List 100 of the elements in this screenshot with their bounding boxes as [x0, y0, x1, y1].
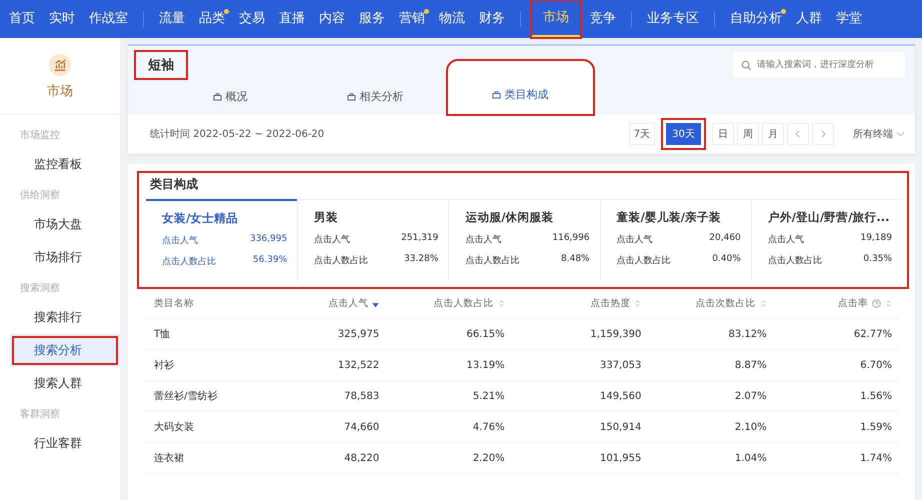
table-cell-text: 2.20%: [472, 452, 506, 464]
nav-tab[interactable]: 品类: [194, 0, 230, 38]
column-header[interactable]: 点击率: [772, 296, 898, 310]
caret-icon: [896, 131, 905, 137]
sidebar-item[interactable]: 搜索排行: [0, 301, 120, 334]
table-cell-text: 2.10%: [734, 422, 768, 432]
nav-tab[interactable]: 流量: [154, 0, 190, 38]
metric-label: 点击人气: [314, 234, 350, 246]
nav-tab[interactable]: 竞争: [585, 0, 621, 38]
metric-value: 336,995: [250, 234, 288, 246]
column-header[interactable]: 点击人气: [271, 296, 386, 310]
tab[interactable]: 类目构成: [448, 61, 593, 114]
terminal-dropdown[interactable]: 所有终端: [852, 127, 905, 141]
category-tile[interactable]: 户外/登山/野营/旅行... 点击人气 19,189 点击人数占比 0.35%: [750, 200, 902, 282]
sidebar-item[interactable]: 监控看板: [0, 148, 120, 181]
range-button[interactable]: 日: [712, 123, 734, 145]
table-cell-text: 1.74%: [859, 452, 893, 464]
sidebar-group-label: 供给洞察: [19, 188, 61, 203]
tab[interactable]: 概况: [158, 89, 303, 114]
table-cell-text: 2.07%: [734, 390, 768, 402]
table-cell-text: 132,522: [336, 360, 380, 370]
table-cell-text: 74,660: [343, 422, 380, 432]
metric-value: 0.40%: [712, 254, 741, 266]
table-cell-text: 101,955: [598, 452, 642, 464]
tab[interactable]: 相关分析: [303, 89, 448, 114]
table-cell-text: 6.70%: [859, 360, 893, 370]
sidebar-group-label: 市场监控: [19, 128, 61, 143]
table-cell-text: 66.15%: [465, 328, 506, 340]
column-header[interactable]: 点击次数占比: [647, 296, 773, 310]
table-cell-text: 1.59%: [859, 422, 893, 432]
table-cell-text: 5.21%: [472, 390, 506, 402]
table-cell-text: 62.77%: [852, 328, 893, 340]
metric-value: 0.35%: [863, 254, 892, 266]
nav-tab[interactable]: 市场: [531, 0, 581, 38]
search-icon: [741, 60, 752, 71]
category-tile[interactable]: 女装/女士精品 点击人气 336,995 点击人数占比 56.39%: [146, 199, 298, 282]
metric-label: 点击人气: [465, 234, 502, 246]
sidebar-item[interactable]: 搜索人群: [0, 367, 120, 400]
table-cell-text: 连衣裙: [153, 452, 185, 465]
column-header[interactable]: 点击热度: [510, 296, 648, 310]
metric-value: 8.48%: [561, 254, 590, 266]
help-icon[interactable]: [872, 298, 881, 308]
previous-button[interactable]: [786, 123, 809, 145]
table-cell-text: 150,914: [598, 422, 642, 432]
nav-tab[interactable]: 人群: [791, 0, 827, 38]
bag-icon: [213, 92, 222, 101]
nav-tab[interactable]: 交易: [234, 0, 270, 38]
page-title: 短袖: [136, 52, 186, 78]
metric-value: 33.28%: [404, 254, 438, 266]
sidebar-title: 市场: [47, 83, 73, 100]
next-button[interactable]: [812, 123, 834, 145]
table-cell-text: T恤: [153, 328, 172, 341]
nav-tab[interactable]: 作战室: [84, 0, 133, 38]
search-field[interactable]: 请输入搜索词，进行深度分析: [733, 52, 905, 78]
metric-label: 点击人数占比: [314, 254, 368, 267]
nav-tab[interactable]: 直播: [274, 0, 310, 38]
nav-tab[interactable]: 自助分析: [725, 0, 787, 38]
table-cell-text: 4.76%: [472, 422, 506, 432]
table-cell-text: 大码女装: [153, 420, 195, 434]
range-button[interactable]: 周: [736, 123, 759, 145]
sidebar-item[interactable]: 搜索分析: [10, 334, 120, 367]
sidebar-group-label: 客群洞察: [19, 408, 61, 422]
nav-tab[interactable]: 业务专区: [642, 0, 704, 38]
nav-tab[interactable]: 营销: [394, 0, 430, 38]
nav-tab[interactable]: 财务: [474, 0, 510, 38]
table-cell-text: 1,159,390: [589, 328, 642, 340]
range-button[interactable]: 7天: [628, 123, 656, 145]
range-button[interactable]: 月: [762, 123, 784, 145]
metric-value: 251,319: [401, 233, 438, 245]
range-button[interactable]: 30天: [661, 118, 706, 150]
nav-tab[interactable]: 学堂: [831, 0, 867, 38]
metric-label: 点击人气: [162, 234, 198, 247]
table-cell-text: 8.87%: [734, 360, 768, 370]
sidebar-item[interactable]: 行业客群: [0, 427, 120, 460]
sidebar-group-label: 搜索洞察: [19, 282, 61, 296]
metric-label: 点击人气: [616, 234, 653, 246]
table-cell-text: 337,053: [598, 360, 642, 370]
table-cell-text: 325,975: [336, 328, 380, 340]
metric-label: 点击人数占比: [768, 254, 822, 267]
nav-tab[interactable]: 实时: [44, 0, 80, 38]
nav-tab[interactable]: 服务: [354, 0, 390, 38]
table-cell-text: 149,560: [598, 390, 642, 402]
nav-tab[interactable]: 首页: [4, 0, 40, 38]
metric-value: 56.39%: [252, 255, 288, 267]
nav-tab[interactable]: 内容: [314, 0, 350, 38]
date-range-text: 统计时间 2022-05-22 ~ 2022-06-20: [150, 128, 324, 141]
sidebar-item[interactable]: 市场大盘: [0, 208, 120, 241]
sidebar-item[interactable]: 市场排行: [0, 241, 120, 274]
nav-tab[interactable]: 物流: [434, 0, 470, 38]
metric-label: 点击人数占比: [616, 254, 671, 267]
chevron-right-icon: [818, 130, 827, 138]
metric-label: 点击人数占比: [465, 254, 520, 267]
category-tile[interactable]: 运动服/休闲服装 点击人气 116,996 点击人数占比 8.48%: [448, 200, 600, 282]
category-tile[interactable]: 童装/婴儿装/亲子装 点击人气 20,460 点击人数占比 0.40%: [600, 200, 751, 282]
metric-value: 19,189: [860, 233, 892, 245]
table-cell-text: 83.12%: [728, 328, 768, 340]
table-cell-text: 1.04%: [734, 452, 768, 464]
category-tile[interactable]: 男装 点击人气 251,319 点击人数占比 33.28%: [297, 200, 448, 282]
column-header[interactable]: 点击人数占比: [385, 296, 511, 310]
metric-label: 点击人气: [768, 234, 804, 246]
